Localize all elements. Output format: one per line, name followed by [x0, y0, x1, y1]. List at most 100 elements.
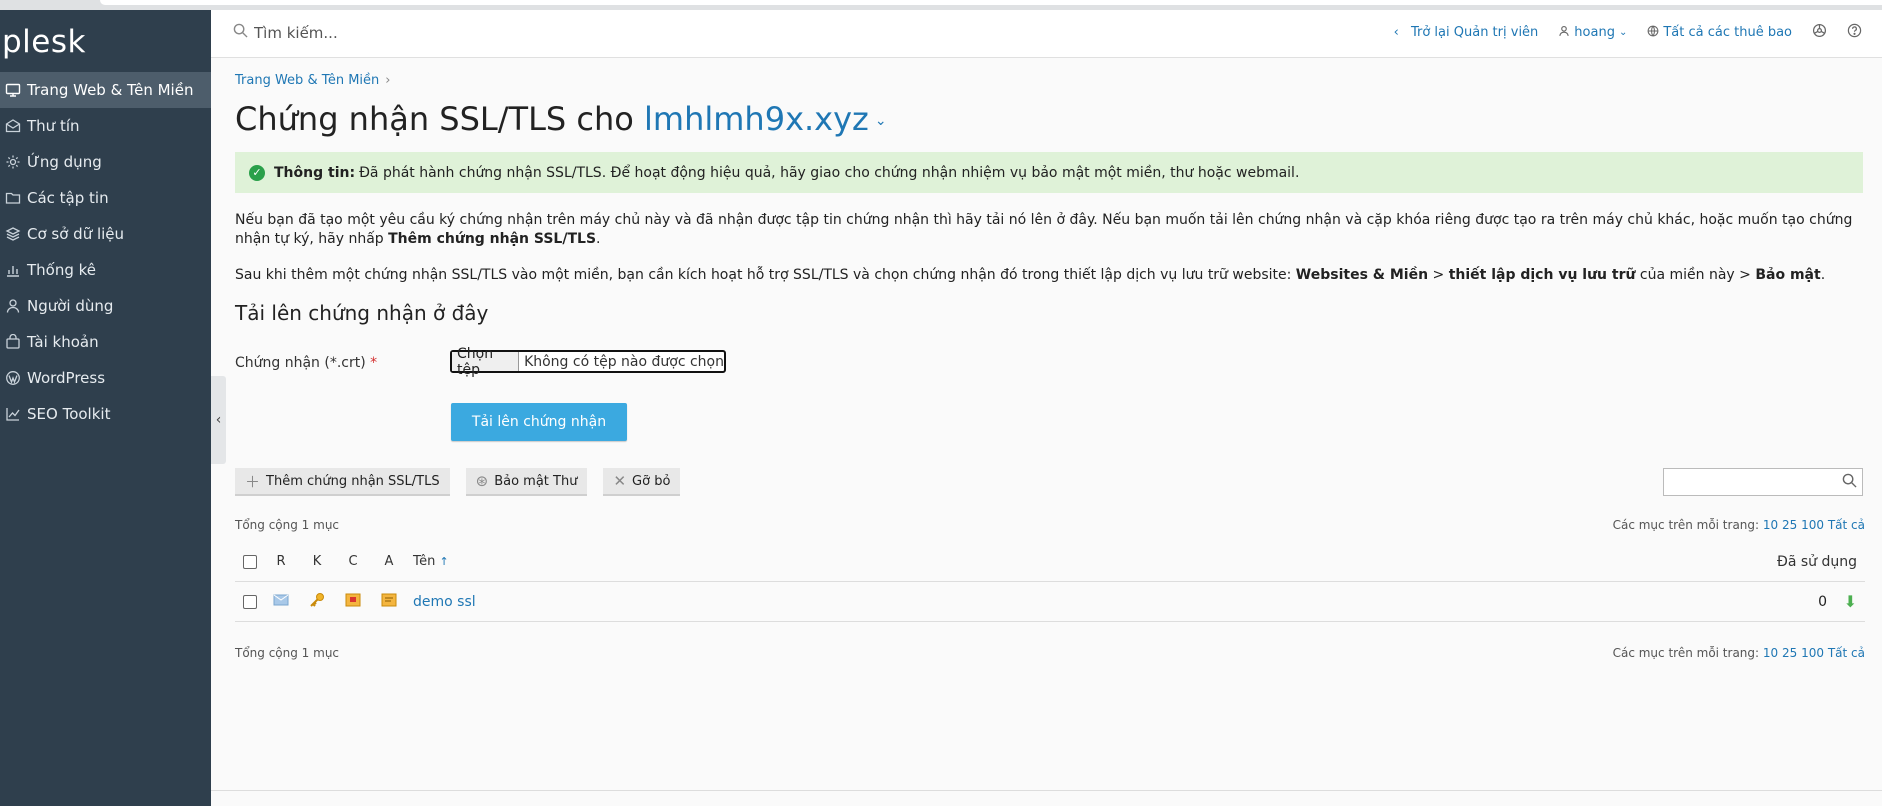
upload-heading: Tải lên chứng nhận ở đây: [235, 301, 489, 325]
user-menu[interactable]: hoang ⌄: [1558, 25, 1627, 41]
sidebar-item-files[interactable]: Các tập tin: [0, 180, 211, 216]
certificate-name-link[interactable]: demo ssl: [413, 594, 476, 610]
sidebar-item-apps[interactable]: Ứng dụng: [0, 144, 211, 180]
assign-bold-3: Bảo mật: [1755, 267, 1821, 283]
per-page-all[interactable]: Tất cả: [1828, 646, 1865, 660]
used-count: 0: [1818, 593, 1827, 610]
per-page-10[interactable]: 10: [1763, 646, 1778, 660]
ca-certificate-icon: [371, 593, 407, 611]
sidebar-item-label: Các tập tin: [27, 189, 109, 207]
footer-divider: [211, 790, 1882, 791]
seo-icon: [2, 406, 24, 422]
upload-instructions: Nếu bạn đã tạo một yêu cầu ký chứng nhận…: [235, 211, 1865, 249]
col-name-label: Tên: [413, 554, 436, 569]
subscriptions-label: Tất cả các thuê bao: [1663, 25, 1792, 40]
gear-icon: [2, 154, 24, 170]
download-icon[interactable]: ⬇: [1844, 592, 1857, 611]
table-row: demo ssl 0 ⬇: [235, 582, 1865, 622]
col-used[interactable]: Đã sử dụng: [1777, 554, 1857, 570]
secure-mail-button[interactable]: ⊛ Bảo mật Thư: [465, 468, 588, 496]
certificate-file-input[interactable]: Chọn tệp Không có tệp nào được chọn: [450, 346, 726, 378]
message-text: Đã phát hành chứng nhận SSL/TLS. Để hoạt…: [359, 164, 1300, 181]
certificate-icon: [335, 593, 371, 611]
per-page-25[interactable]: 25: [1782, 646, 1797, 660]
sidebar-item-databases[interactable]: Cơ sở dữ liệu: [0, 216, 211, 252]
chart-icon: [2, 262, 24, 278]
sidebar-item-account[interactable]: Tài khoản: [0, 324, 211, 360]
sidebar-item-users[interactable]: Người dùng: [0, 288, 211, 324]
assign-bold-1: Websites & Miền: [1295, 267, 1429, 283]
help-button[interactable]: [1847, 23, 1862, 42]
check-circle-icon: ✓: [249, 164, 265, 181]
file-name-text: Không có tệp nào được chọn: [524, 353, 724, 370]
sidebar: plesk Trang Web & Tên Miền Thư tín Ứng d…: [0, 10, 211, 806]
folder-icon: [2, 190, 24, 206]
globe-icon: [1647, 25, 1659, 41]
assign-instructions: Sau khi thêm một chứng nhận SSL/TLS vào …: [235, 266, 1865, 285]
upload-certificate-button[interactable]: Tải lên chứng nhận: [451, 403, 627, 441]
col-c: C: [348, 554, 358, 569]
search-icon[interactable]: [1842, 473, 1857, 492]
page-title: Chứng nhận SSL/TLS cho lmhlmh9x.xyz ⌄: [235, 100, 887, 138]
plus-icon: ＋: [245, 472, 261, 491]
title-prefix: Chứng nhận SSL/TLS cho: [235, 100, 634, 138]
col-name[interactable]: Tên ↑: [413, 554, 449, 569]
select-all-checkbox[interactable]: [243, 554, 257, 569]
list-search-input[interactable]: [1663, 468, 1863, 496]
per-page-100[interactable]: 100: [1801, 518, 1824, 532]
certificate-name[interactable]: demo ssl: [413, 594, 476, 610]
sidebar-item-label: Thư tín: [27, 117, 80, 135]
choose-file-button[interactable]: Chọn tệp: [452, 346, 520, 378]
per-page-25[interactable]: 25: [1782, 518, 1797, 532]
remove-button[interactable]: ✕ Gỡ bỏ: [603, 468, 681, 496]
add-certificate-button[interactable]: ＋ Thêm chứng nhận SSL/TLS: [235, 468, 450, 496]
subscriptions-menu[interactable]: Tất cả các thuê bao: [1647, 25, 1792, 41]
breadcrumb-link[interactable]: Trang Web & Tên Miền: [235, 73, 379, 88]
table-header: R K C A Tên ↑ Đã sử dụng: [235, 542, 1865, 582]
certificates-table: R K C A Tên ↑ Đã sử dụng demo ssl 0 ⬇: [235, 542, 1865, 622]
search-input[interactable]: [254, 23, 554, 42]
close-icon: ✕: [613, 472, 627, 490]
sidebar-item-seo[interactable]: SEO Toolkit: [0, 396, 211, 432]
extensions-icon: [1812, 23, 1827, 42]
assign-mid: của miền này >: [1635, 267, 1756, 283]
row-checkbox[interactable]: [243, 594, 257, 609]
assign-sep: >: [1428, 267, 1449, 283]
sidebar-item-label: Người dùng: [27, 297, 114, 315]
per-page-all[interactable]: Tất cả: [1828, 518, 1865, 532]
assign-text: Sau khi thêm một chứng nhận SSL/TLS vào …: [235, 267, 1292, 283]
sidebar-item-label: Ứng dụng: [27, 153, 102, 171]
sidebar-item-mail[interactable]: Thư tín: [0, 108, 211, 144]
total-count: Tổng cộng 1 mục: [235, 518, 340, 532]
domain-selector[interactable]: lmhlmh9x.xyz: [644, 100, 869, 138]
sidebar-item-stats[interactable]: Thống kê: [0, 252, 211, 288]
monitor-icon: [2, 82, 24, 98]
sidebar-item-label: Thống kê: [27, 261, 97, 279]
header-actions: ‹ Trở lại Quản trị viên hoang ⌄ Tất cả cá…: [1394, 23, 1862, 42]
add-certificate-label: Thêm chứng nhận SSL/TLS: [266, 473, 440, 489]
extensions-button[interactable]: [1812, 23, 1827, 42]
plesk-logo[interactable]: plesk: [2, 24, 86, 60]
sidebar-item-websites[interactable]: Trang Web & Tên Miền: [0, 72, 211, 108]
col-a: A: [384, 554, 394, 569]
mail-icon: [2, 118, 24, 134]
sidebar-collapse-handle[interactable]: ‹: [211, 376, 226, 464]
account-icon: [2, 334, 24, 350]
user-icon: [2, 298, 24, 314]
global-search: [233, 23, 554, 42]
database-icon: [2, 226, 24, 242]
back-to-admin-link[interactable]: ‹ Trở lại Quản trị viên: [1394, 25, 1539, 40]
browser-strip: [0, 0, 1882, 10]
search-icon: [233, 23, 248, 42]
per-page-10[interactable]: 10: [1763, 518, 1778, 532]
sidebar-item-wordpress[interactable]: WordPress: [0, 360, 211, 396]
user-icon: [1558, 25, 1570, 41]
chevron-down-icon[interactable]: ⌄: [875, 113, 887, 129]
per-page-100[interactable]: 100: [1801, 646, 1824, 660]
sidebar-nav: Trang Web & Tên Miền Thư tín Ứng dụng Cá…: [0, 72, 211, 432]
help-icon: [1847, 23, 1862, 42]
certificate-label-text: Chứng nhận (*.crt): [235, 355, 366, 371]
user-name: hoang: [1574, 25, 1615, 40]
remove-label: Gỡ bỏ: [632, 473, 671, 489]
instructions-end: .: [596, 231, 601, 247]
